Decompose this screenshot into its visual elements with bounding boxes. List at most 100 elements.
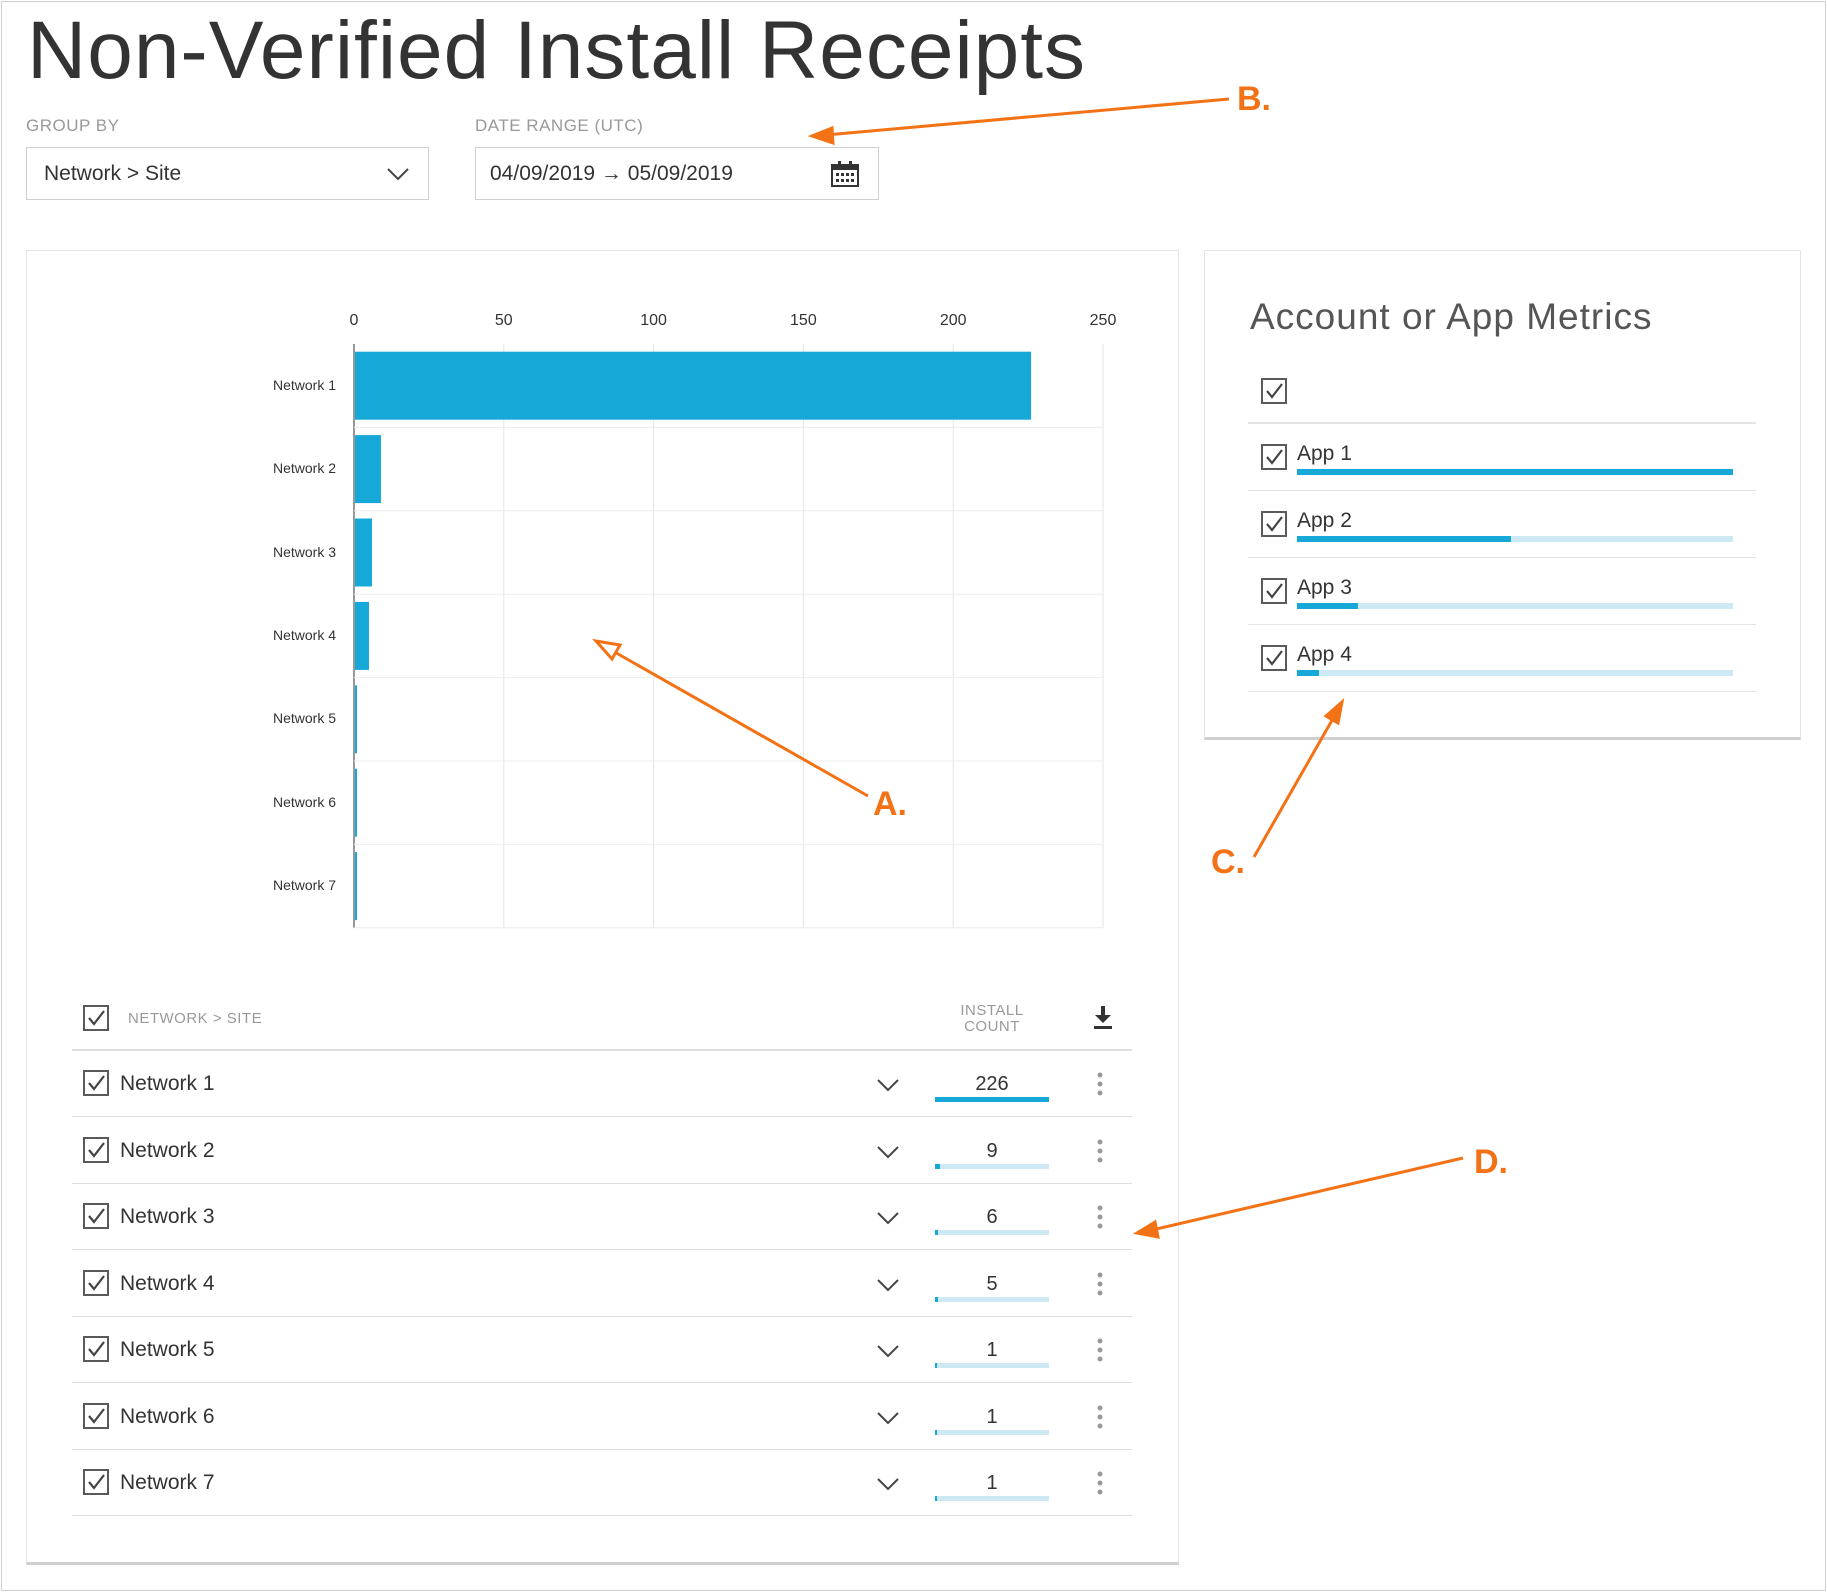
app-row[interactable]: App 1 (1248, 424, 1756, 491)
row-checkbox[interactable] (83, 1136, 109, 1163)
app-checkbox[interactable] (1261, 511, 1287, 537)
app-row[interactable]: App 3 (1248, 558, 1756, 625)
row-network-name: Network 4 (120, 1271, 215, 1295)
more-options-icon[interactable] (1097, 1272, 1103, 1296)
app-label: App 3 (1297, 576, 1352, 599)
row-count-bar (935, 1429, 1049, 1435)
app-row[interactable]: App 2 (1248, 491, 1756, 558)
row-count-fill (935, 1097, 1049, 1102)
more-options-icon[interactable] (1097, 1072, 1103, 1096)
annotation-d: D. (1474, 1143, 1508, 1181)
more-options-icon[interactable] (1097, 1471, 1103, 1495)
app-checkbox[interactable] (1261, 578, 1287, 604)
table-row[interactable]: Network 3 6 (72, 1184, 1132, 1250)
row-checkbox[interactable] (83, 1469, 109, 1495)
checkmark-icon (88, 1075, 105, 1091)
row-count-fill (935, 1496, 938, 1501)
row-network-name: Network 1 (120, 1072, 215, 1095)
checkmark-icon (1266, 449, 1283, 465)
chevron-down-icon[interactable] (876, 1208, 900, 1228)
app-metric-fill (1297, 536, 1511, 542)
app-checkbox[interactable] (1261, 645, 1287, 671)
app-label: App 4 (1297, 643, 1352, 666)
chevron-down-icon[interactable] (876, 1341, 900, 1361)
app-metric-bar (1297, 536, 1733, 542)
metrics-select-all-checkbox[interactable] (1261, 378, 1287, 404)
row-count-fill (935, 1230, 939, 1235)
row-count-fill (935, 1363, 938, 1368)
row-checkbox[interactable] (83, 1203, 109, 1229)
table-row[interactable]: Network 5 1 (72, 1317, 1132, 1383)
row-network-name: Network 2 (120, 1138, 215, 1162)
checkmark-icon (88, 1208, 105, 1224)
more-options-icon[interactable] (1097, 1205, 1103, 1229)
row-install-count: 9 (986, 1139, 998, 1162)
column-header-install-count-line1: INSTALL (960, 1002, 1024, 1019)
row-count-bar (935, 1296, 1049, 1302)
chevron-down-icon[interactable] (876, 1075, 900, 1095)
row-count-fill (935, 1163, 940, 1169)
bar-network-2[interactable] (355, 435, 381, 504)
row-checkbox[interactable] (83, 1269, 109, 1296)
app-metric-fill (1297, 603, 1359, 609)
row-count-bar (935, 1163, 1049, 1169)
annotation-b: B. (1237, 80, 1271, 118)
row-network-name: Network 3 (120, 1205, 215, 1228)
chevron-down-icon[interactable] (876, 1142, 900, 1162)
bar-network-6[interactable] (355, 768, 357, 837)
chevron-down-icon[interactable] (876, 1474, 900, 1494)
table-row[interactable]: Network 7 1 (72, 1450, 1132, 1516)
download-icon[interactable] (1091, 1004, 1115, 1030)
bar-network-7[interactable] (355, 852, 357, 921)
column-header-install-count-line2: COUNT (964, 1018, 1020, 1035)
row-checkbox[interactable] (83, 1336, 109, 1362)
checkmark-icon (1266, 650, 1283, 666)
y-category-label: Network 2 (272, 460, 336, 477)
chevron-down-icon[interactable] (876, 1408, 900, 1428)
row-count-bar (935, 1496, 1049, 1501)
y-category-label: Network 5 (272, 710, 336, 727)
app-metric-bar (1297, 469, 1733, 475)
bar-network-3[interactable] (355, 518, 372, 587)
column-header-network-site[interactable]: NETWORK > SITE (128, 1010, 262, 1027)
app-metric-bar (1297, 670, 1733, 676)
y-category-label: Network 3 (272, 543, 336, 560)
checkmark-icon (88, 1474, 105, 1490)
table-row[interactable]: Network 6 1 (72, 1384, 1132, 1450)
chevron-down-icon[interactable] (876, 1275, 900, 1295)
app-metric-fill (1297, 469, 1733, 475)
y-category-label: Network 7 (272, 877, 336, 894)
checkmark-icon (1266, 383, 1283, 399)
table-row[interactable]: Network 4 5 (72, 1251, 1132, 1317)
checkmark-icon (88, 1341, 105, 1357)
row-install-count: 1 (986, 1405, 998, 1428)
app-row[interactable]: App 4 (1248, 625, 1756, 692)
bar-network-5[interactable] (355, 685, 357, 754)
row-install-count: 1 (986, 1339, 998, 1361)
app-metric-bar (1297, 603, 1733, 609)
row-count-fill (935, 1429, 938, 1435)
y-category-label: Network 6 (272, 793, 336, 810)
checkmark-icon (88, 1407, 105, 1424)
column-header-install-count[interactable]: INSTALL COUNT (932, 1003, 1052, 1035)
app-label: App 2 (1297, 509, 1352, 532)
x-tick-label: 250 (1089, 312, 1117, 329)
bar-network-4[interactable] (355, 601, 369, 670)
more-options-icon[interactable] (1097, 1139, 1103, 1163)
bar-network-1[interactable] (355, 351, 1032, 420)
row-checkbox[interactable] (83, 1402, 109, 1429)
app-checkbox[interactable] (1261, 444, 1287, 470)
row-count-bar (935, 1097, 1049, 1102)
app-label: App 1 (1297, 442, 1352, 465)
more-options-icon[interactable] (1097, 1405, 1103, 1429)
more-options-icon[interactable] (1097, 1338, 1103, 1362)
checkmark-icon (1266, 583, 1283, 599)
row-install-count: 5 (986, 1272, 998, 1295)
x-tick-label: 100 (640, 312, 667, 329)
select-all-checkbox[interactable] (83, 1005, 109, 1031)
table-row[interactable]: Network 1 226 (72, 1051, 1132, 1117)
row-install-count: 226 (975, 1073, 1009, 1095)
row-checkbox[interactable] (83, 1070, 109, 1096)
row-install-count: 1 (986, 1472, 998, 1494)
table-row[interactable]: Network 2 9 (72, 1118, 1132, 1184)
